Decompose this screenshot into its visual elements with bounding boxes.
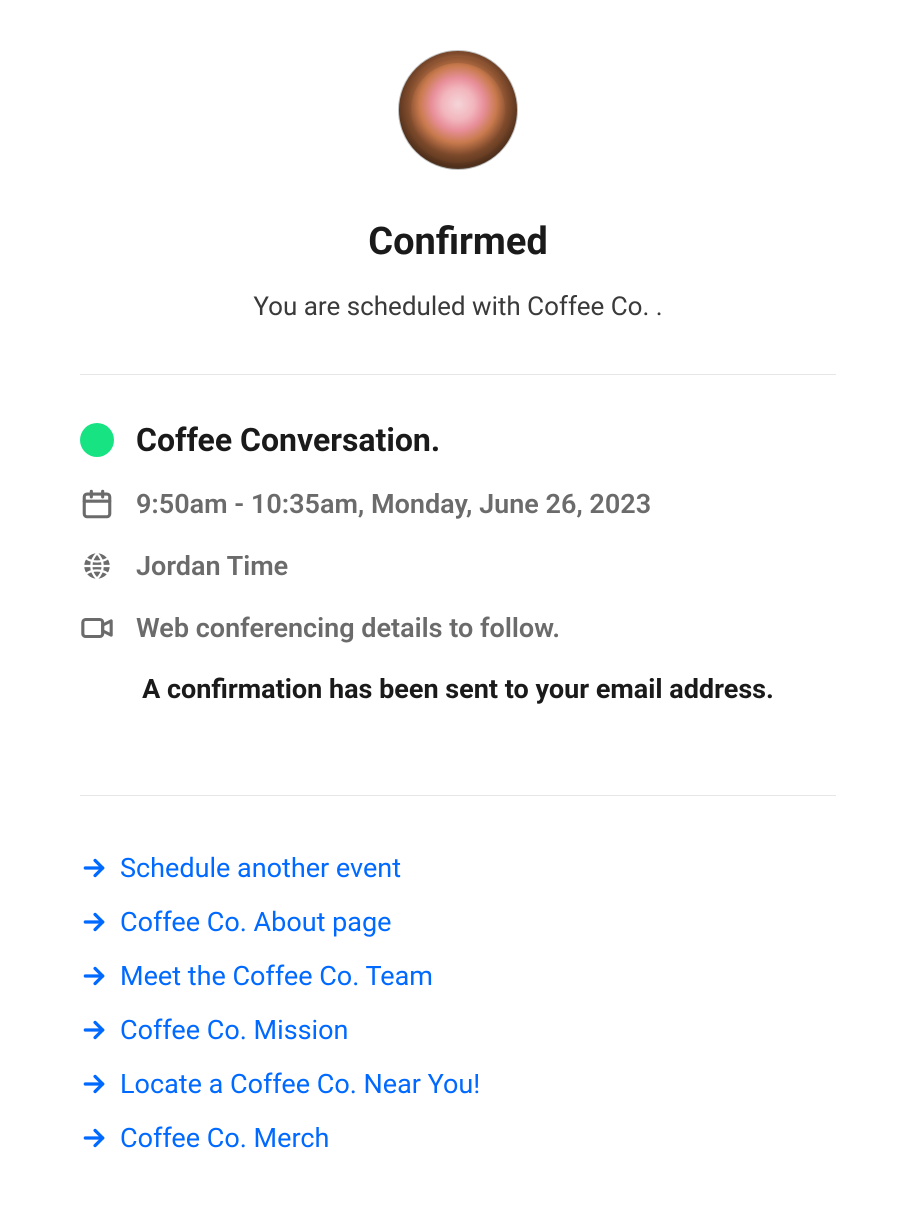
link-locate[interactable]: Locate a Coffee Co. Near You! [80, 1068, 836, 1100]
host-avatar [398, 50, 518, 170]
link-label: Coffee Co. Merch [120, 1122, 329, 1154]
event-name-row: Coffee Conversation. [80, 421, 836, 459]
link-merch[interactable]: Coffee Co. Merch [80, 1122, 836, 1154]
arrow-right-icon [80, 1070, 108, 1098]
event-color-dot [80, 423, 114, 457]
event-timezone: Jordan Time [136, 550, 288, 582]
arrow-right-icon [80, 854, 108, 882]
page-subtitle: You are scheduled with Coffee Co. . [80, 292, 836, 322]
link-label: Meet the Coffee Co. Team [120, 960, 433, 992]
link-label: Coffee Co. About page [120, 906, 391, 938]
event-datetime: 9:50am - 10:35am, Monday, June 26, 2023 [136, 488, 651, 520]
globe-icon [80, 549, 114, 583]
avatar-container [80, 50, 836, 170]
event-datetime-row: 9:50am - 10:35am, Monday, June 26, 2023 [80, 487, 836, 521]
link-label: Coffee Co. Mission [120, 1014, 348, 1046]
event-details: Coffee Conversation. 9:50am - 10:35am, M… [80, 375, 836, 795]
link-about-page[interactable]: Coffee Co. About page [80, 906, 836, 938]
arrow-right-icon [80, 962, 108, 990]
calendar-icon [80, 487, 114, 521]
link-schedule-another[interactable]: Schedule another event [80, 852, 836, 884]
link-meet-team[interactable]: Meet the Coffee Co. Team [80, 960, 836, 992]
page-title: Confirmed [80, 220, 836, 264]
event-location-row: Web conferencing details to follow. [80, 611, 836, 645]
event-name: Coffee Conversation. [136, 421, 440, 459]
confirmation-message: A confirmation has been sent to your ema… [80, 673, 836, 705]
link-label: Schedule another event [120, 852, 401, 884]
arrow-right-icon [80, 908, 108, 936]
event-location: Web conferencing details to follow. [136, 612, 560, 644]
arrow-right-icon [80, 1124, 108, 1152]
event-timezone-row: Jordan Time [80, 549, 836, 583]
link-label: Locate a Coffee Co. Near You! [120, 1068, 480, 1100]
links-section: Schedule another event Coffee Co. About … [80, 796, 836, 1154]
link-mission[interactable]: Coffee Co. Mission [80, 1014, 836, 1046]
video-icon [80, 611, 114, 645]
arrow-right-icon [80, 1016, 108, 1044]
